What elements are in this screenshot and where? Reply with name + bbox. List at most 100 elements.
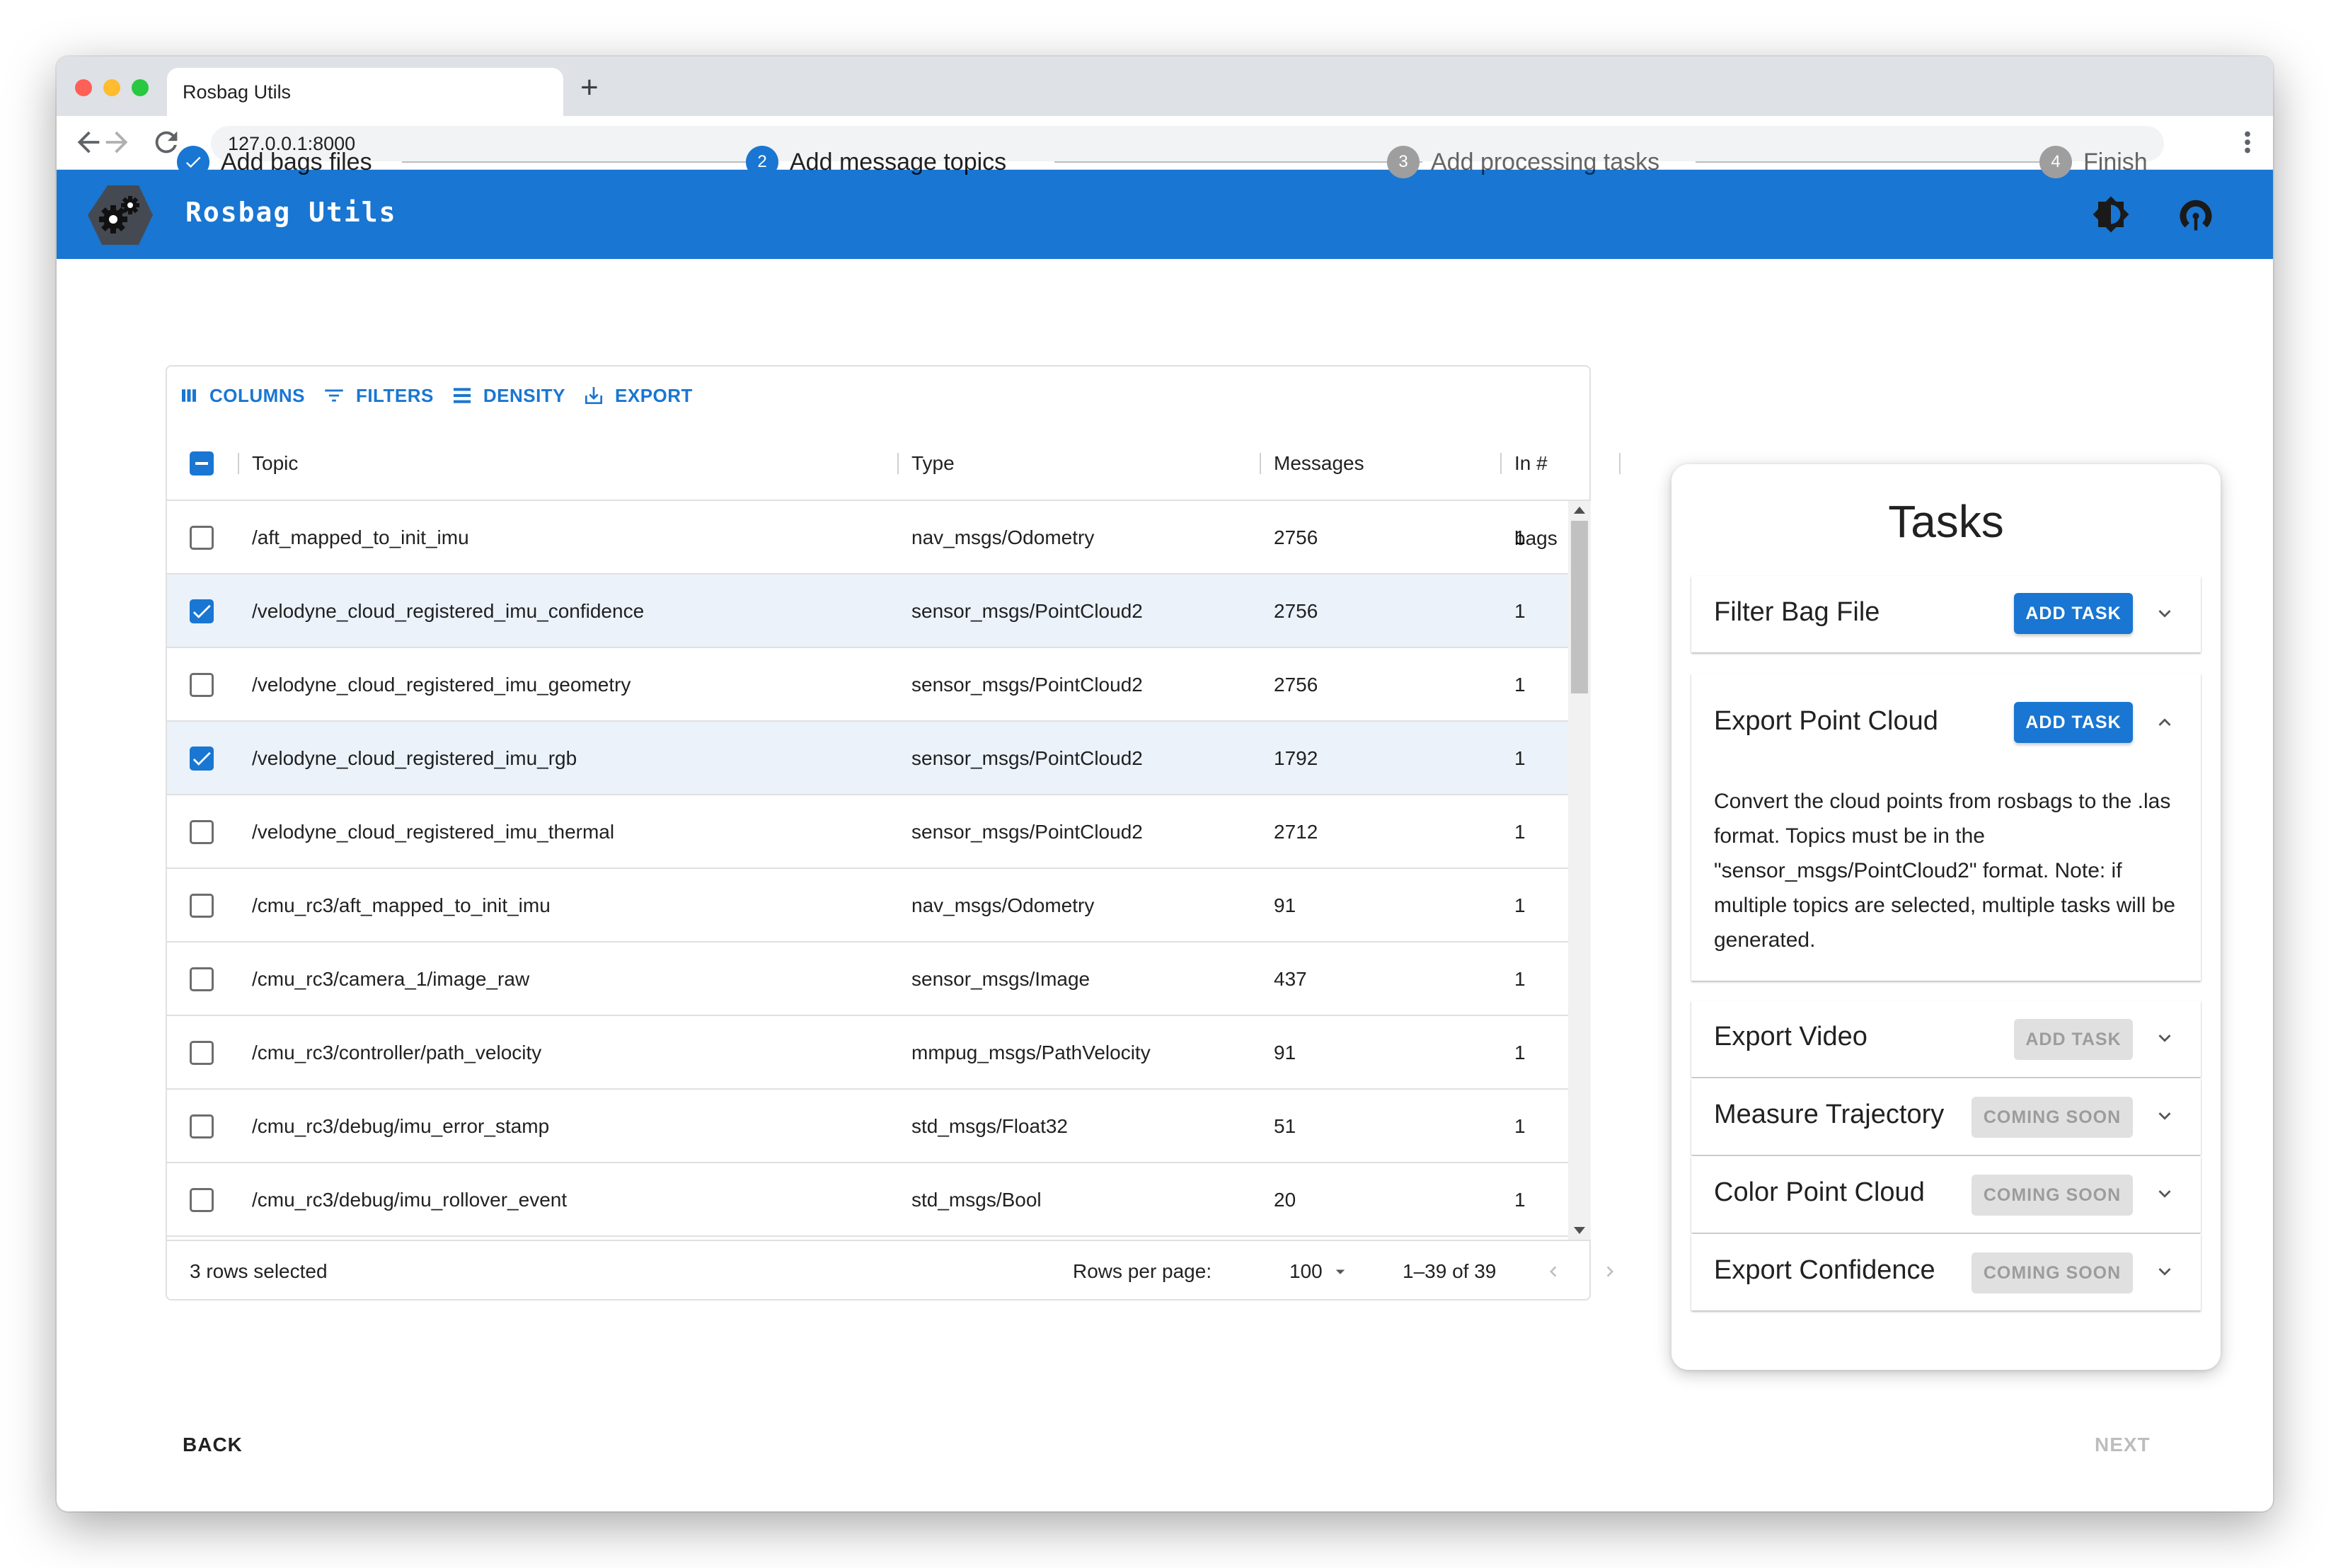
cell-bags: 1 xyxy=(1514,1189,1526,1211)
previous-page-icon[interactable] xyxy=(1543,1261,1564,1282)
rows-per-page-select[interactable]: 100 xyxy=(1289,1241,1351,1302)
columns-icon xyxy=(182,389,196,402)
coming-soon-button[interactable]: COMING SOON xyxy=(1972,1097,2133,1138)
close-window-button[interactable] xyxy=(75,79,92,96)
column-separator xyxy=(897,453,899,474)
chevron-down-icon[interactable] xyxy=(2153,1104,2177,1128)
scroll-down-arrow[interactable] xyxy=(1574,1227,1585,1234)
task-measure-trajectory[interactable]: Measure Trajectory COMING SOON xyxy=(1691,1078,2201,1155)
table-row[interactable]: /cmu_rc3/debug/imu_error_stamp std_msgs/… xyxy=(167,1090,1568,1163)
row-checkbox[interactable] xyxy=(190,673,214,697)
select-all-checkbox[interactable] xyxy=(190,451,214,475)
cell-bags: 1 xyxy=(1514,600,1526,622)
pagination-range: 1–39 of 39 xyxy=(1403,1260,1497,1282)
step-number: 4 xyxy=(2039,146,2072,178)
grid-header: Topic Type Messages In # bags xyxy=(167,426,1621,549)
row-checkbox[interactable] xyxy=(190,967,214,991)
new-tab-button[interactable]: + xyxy=(580,72,599,103)
task-filter-bag-file[interactable]: Filter Bag File ADD TASK xyxy=(1691,576,2201,652)
table-row[interactable]: /cmu_rc3/camera_1/image_raw sensor_msgs/… xyxy=(167,942,1568,1016)
next-page-icon[interactable] xyxy=(1599,1261,1621,1282)
cell-topic: /aft_mapped_to_init_imu xyxy=(252,526,469,548)
coming-soon-button[interactable]: COMING SOON xyxy=(1972,1175,2133,1216)
next-button[interactable]: NEXT xyxy=(2095,1434,2151,1456)
step-add-bags: Add bags files xyxy=(177,144,372,180)
cell-type: mmpug_msgs/PathVelocity xyxy=(911,1042,1151,1063)
cell-bags: 1 xyxy=(1514,1042,1526,1063)
chevron-down-icon[interactable] xyxy=(2153,1259,2177,1284)
table-row[interactable]: /velodyne_cloud_registered_imu_geometry … xyxy=(167,648,1568,722)
task-color-point-cloud[interactable]: Color Point Cloud COMING SOON xyxy=(1691,1156,2201,1233)
browser-menu-icon[interactable] xyxy=(2240,126,2255,167)
header-topic[interactable]: Topic xyxy=(252,426,298,501)
add-task-button[interactable]: ADD TASK xyxy=(2014,593,2133,634)
scroll-thumb[interactable] xyxy=(1571,521,1588,693)
cell-bags: 1 xyxy=(1514,821,1526,843)
task-label: Color Point Cloud xyxy=(1714,1177,1925,1207)
chevron-up-icon[interactable] xyxy=(2153,710,2177,734)
minimize-window-button[interactable] xyxy=(103,79,120,96)
back-button[interactable]: BACK xyxy=(183,1434,243,1456)
browser-tab[interactable]: Rosbag Utils xyxy=(167,68,563,116)
broadcast-icon[interactable] xyxy=(2177,195,2215,234)
table-row[interactable]: /velodyne_cloud_registered_imu_confidenc… xyxy=(167,575,1568,648)
check-circle-icon xyxy=(177,146,209,178)
table-row[interactable]: /aft_mapped_to_init_imu nav_msgs/Odometr… xyxy=(167,501,1568,575)
row-checkbox[interactable] xyxy=(190,820,214,844)
cell-topic: /velodyne_cloud_registered_imu_confidenc… xyxy=(252,600,645,622)
cell-type: sensor_msgs/PointCloud2 xyxy=(911,674,1143,696)
forward-arrow-icon[interactable] xyxy=(100,126,133,158)
header-messages[interactable]: Messages xyxy=(1274,426,1364,501)
chevron-down-icon[interactable] xyxy=(2153,1182,2177,1206)
cell-bags: 1 xyxy=(1514,674,1526,696)
task-label: Export Confidence xyxy=(1714,1255,1935,1285)
table-row[interactable]: /cmu_rc3/debug/imu_rollover_event std_ms… xyxy=(167,1163,1568,1237)
task-export-video[interactable]: Export Video ADD TASK xyxy=(1691,1001,2201,1077)
add-task-button[interactable]: ADD TASK xyxy=(2014,702,2133,743)
task-export-confidence[interactable]: Export Confidence COMING SOON xyxy=(1691,1234,2201,1310)
grid-rows: /aft_mapped_to_init_imu nav_msgs/Odometr… xyxy=(167,501,1568,1240)
browser-window: Rosbag Utils + 127.0.0.1:8000 Rosbag Uti… xyxy=(57,57,2273,1511)
table-row[interactable]: /cmu_rc3/aft_mapped_to_init_imu nav_msgs… xyxy=(167,869,1568,942)
filters-button[interactable]: FILTERS xyxy=(322,384,434,408)
grid-footer: 3 rows selected Rows per page: 100 1–39 … xyxy=(167,1240,1613,1302)
row-checkbox[interactable] xyxy=(190,1188,214,1212)
topics-data-grid: COLUMNS FILTERS DENSITY EXPORT Topic Typ xyxy=(166,365,1621,1302)
cell-bags: 1 xyxy=(1514,526,1526,548)
table-row[interactable]: /velodyne_cloud_registered_imu_thermal s… xyxy=(167,795,1568,869)
maximize-window-button[interactable] xyxy=(132,79,149,96)
task-label: Export Point Cloud xyxy=(1714,706,1938,736)
column-separator xyxy=(238,453,239,474)
export-label: EXPORT xyxy=(615,384,693,406)
row-checkbox[interactable] xyxy=(190,1114,214,1138)
row-checkbox[interactable] xyxy=(190,599,214,623)
coming-soon-button[interactable]: COMING SOON xyxy=(1972,1252,2133,1293)
step-add-topics: 2 Add message topics xyxy=(746,144,1006,180)
row-checkbox[interactable] xyxy=(190,746,214,771)
browser-tab-title: Rosbag Utils xyxy=(183,81,292,103)
address-bar[interactable]: 127.0.0.1:8000 xyxy=(211,126,2164,161)
theme-brightness-icon[interactable] xyxy=(2092,195,2130,234)
grid-scrollbar[interactable] xyxy=(1568,501,1591,1240)
grid-toolbar: COLUMNS FILTERS DENSITY EXPORT xyxy=(178,379,710,412)
scroll-up-arrow[interactable] xyxy=(1574,507,1585,514)
table-row[interactable]: /cmu_rc3/controller/path_velocity mmpug_… xyxy=(167,1016,1568,1090)
rows-per-page-value: 100 xyxy=(1289,1260,1323,1282)
chevron-down-icon[interactable] xyxy=(2153,1026,2177,1050)
table-row[interactable]: /velodyne_cloud_registered_imu_rgb senso… xyxy=(167,722,1568,795)
step-label: Add message topics xyxy=(790,148,1007,175)
row-checkbox[interactable] xyxy=(190,526,214,550)
header-type[interactable]: Type xyxy=(911,426,955,501)
density-button[interactable]: DENSITY xyxy=(451,384,565,407)
row-checkbox[interactable] xyxy=(190,894,214,918)
add-task-button[interactable]: ADD TASK xyxy=(2014,1019,2133,1060)
cell-topic: /velodyne_cloud_registered_imu_geometry xyxy=(252,674,631,696)
header-in-bags[interactable]: In # bags xyxy=(1514,426,1589,549)
columns-button[interactable]: COLUMNS xyxy=(178,385,305,407)
row-checkbox[interactable] xyxy=(190,1041,214,1065)
cell-topic: /cmu_rc3/camera_1/image_raw xyxy=(252,968,530,990)
task-export-point-cloud[interactable]: Export Point Cloud ADD TASK Convert the … xyxy=(1691,674,2201,981)
step-label: Add processing tasks xyxy=(1431,148,1660,175)
chevron-down-icon[interactable] xyxy=(2153,601,2177,626)
export-button[interactable]: EXPORT xyxy=(582,384,693,407)
